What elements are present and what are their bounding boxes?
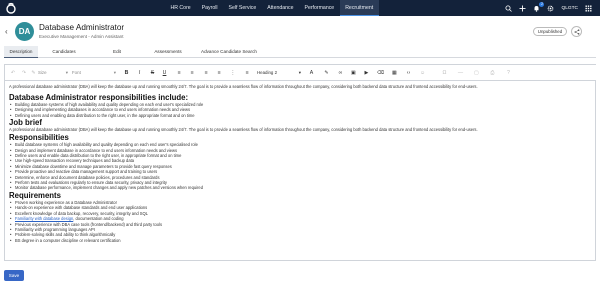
save-button[interactable]: Save [4,270,24,281]
horizontal-rule-icon[interactable]: — [457,69,464,77]
nav-link-recruitment[interactable]: Recruitment [339,0,379,16]
job-avatar: DA [15,22,34,41]
heading-responsibilities-include: Database Administrator responsibilities … [9,93,189,102]
bold-button[interactable]: B [123,69,130,77]
undo-icon[interactable]: ↶ [9,69,17,77]
chevron-down-icon: ▾ [65,70,68,75]
format-painter-icon[interactable]: ✎ [31,69,36,77]
font-size-label: Size [38,70,47,75]
nav-link-payroll[interactable]: Payroll [196,0,223,16]
align-justify-icon[interactable]: ≡ [215,69,223,77]
tab-candidates[interactable]: Candidates [38,46,90,58]
nav-links: HR Core Payroll Self Service Attendance … [165,0,379,16]
settings-gear-icon[interactable] [547,5,554,12]
list-item-suffix: , documentation and coding [73,216,124,222]
heading-responsibilities: Responsibilities [9,133,69,143]
requirements-list: Proven working experience as a Database … [9,200,593,244]
list-item: Monitor database performance, implement … [9,185,593,191]
share-button[interactable] [571,26,582,37]
responsibilities-list: Build database systems of high availabil… [9,142,593,191]
tab-advance-candidate-search[interactable]: Advance Candidate Search [192,46,266,58]
code-view-icon[interactable]: ‹› [405,69,412,77]
heading-select[interactable]: Heading 2 ▾ [257,69,301,77]
chevron-down-icon: ▾ [113,70,116,75]
apps-grid-icon[interactable] [585,5,592,12]
emoji-icon[interactable]: ☺ [419,69,426,77]
editor-content[interactable]: A professional database administrator (D… [9,84,593,259]
clear-format-icon[interactable]: ⌫ [377,69,384,77]
status-badge[interactable]: Unpublished [533,27,567,36]
add-icon[interactable] [519,5,526,12]
video-icon[interactable]: ▶ [363,69,370,77]
description-editor: ↶ ↷ ✎ Size ▾ Font ▾ B I S U ≡ ≡ ≡ ≡ ⋮ ≡ … [4,64,596,261]
top-nav-bar: HR Core Payroll Self Service Attendance … [0,0,600,16]
font-family-label: Font [72,70,81,75]
underline-button[interactable]: U [161,69,168,77]
heading-label: Heading 2 [257,70,278,75]
notifications-bell-icon[interactable]: 2 [533,1,545,12]
page-title: Database Administrator [39,23,125,32]
page-subtitle: Executive Management - Admin Assistant [39,34,124,39]
database-design-link[interactable]: Familiarity with database design [15,216,73,221]
org-code[interactable]: QLGTC [561,6,578,11]
tab-description[interactable]: Description [4,46,38,58]
special-char-icon[interactable]: Ω [441,69,448,77]
highlight-icon[interactable]: ✎ [323,69,330,77]
app-logo-icon[interactable] [5,2,17,14]
link-icon[interactable]: ∞ [337,69,344,77]
italic-button[interactable]: I [136,69,143,77]
tab-edit[interactable]: Edit [90,46,144,58]
nav-link-attendance[interactable]: Attendance [262,0,299,16]
align-center-icon[interactable]: ≡ [188,69,196,77]
align-left-icon[interactable]: ≡ [175,69,183,77]
nav-right-tools: 2 QLGTC [505,0,592,16]
font-color-icon[interactable]: A [308,69,315,77]
job-tabs: Description Candidates Edit Assessments … [4,46,596,58]
notification-count-badge: 2 [539,1,545,7]
share-icon [574,28,579,35]
strikethrough-button[interactable]: S [149,69,156,77]
editor-toolbar: ↶ ↷ ✎ Size ▾ Font ▾ B I S U ≡ ≡ ≡ ≡ ⋮ ≡ … [5,65,596,81]
image-icon[interactable]: ▣ [350,69,357,77]
list-item: Defining users and enabling data distrib… [9,113,593,119]
bullet-list-icon[interactable]: ⋮ [229,69,237,77]
table-icon[interactable]: ▦ [391,69,398,77]
fullscreen-icon[interactable]: ▢ [473,69,480,77]
heading-requirements: Requirements [9,190,61,200]
font-family-select[interactable]: Font ▾ [72,69,116,77]
help-icon[interactable]: ? [505,69,512,77]
list-item: BS degree in a computer discipline or re… [9,238,593,244]
font-size-select[interactable]: Size ▾ [38,69,68,77]
nav-link-performance[interactable]: Performance [299,0,340,16]
responsibilities-include-list: Building database systems of high availa… [9,102,593,119]
nav-link-self-service[interactable]: Self Service [223,0,262,16]
print-icon[interactable]: ⎙ [489,69,496,77]
search-icon[interactable] [505,5,513,12]
redo-icon[interactable]: ↷ [20,69,28,77]
heading-job-brief: Job brief [9,118,42,128]
tab-assessments[interactable]: Assessments [144,46,192,58]
back-arrow-icon[interactable]: ‹ [5,27,8,36]
nav-link-hr-core[interactable]: HR Core [165,0,196,16]
chevron-down-icon: ▾ [298,70,301,75]
numbered-list-icon[interactable]: ≡ [243,69,251,77]
align-right-icon[interactable]: ≡ [202,69,210,77]
